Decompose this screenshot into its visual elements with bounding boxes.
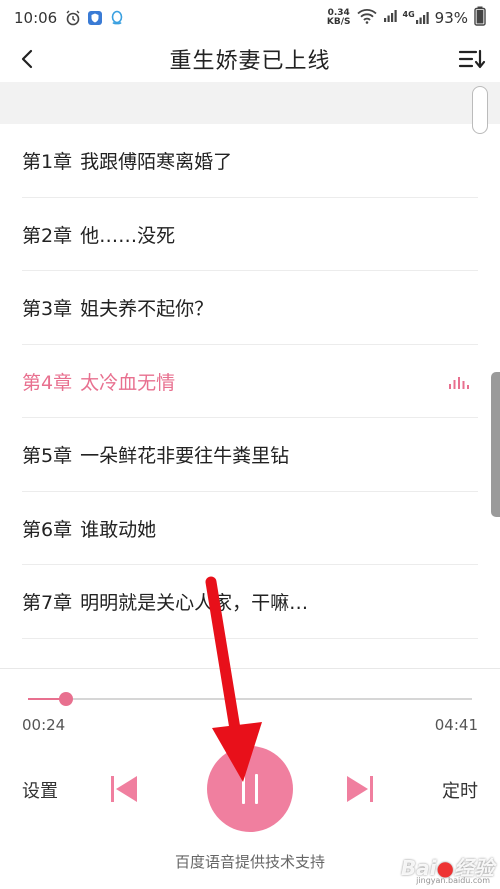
chapter-item-1[interactable]: 第1章 我跟傅陌寒离婚了 bbox=[0, 124, 500, 198]
sleep-timer-button[interactable]: 定时 bbox=[442, 777, 478, 803]
chapter-item-5[interactable]: 第5章 一朵鲜花非要往牛粪里钻 bbox=[0, 418, 500, 492]
progress-slider[interactable] bbox=[28, 692, 472, 706]
alarm-icon bbox=[65, 10, 81, 26]
skip-next-icon bbox=[347, 776, 373, 802]
shield-icon bbox=[87, 10, 103, 26]
chapter-title: 我跟傅陌寒离婚了 bbox=[80, 151, 233, 174]
chapter-item-7[interactable]: 第7章 明明就是关心人家，干嘛… bbox=[0, 565, 500, 639]
battery-icon bbox=[474, 6, 486, 30]
next-chapter-button[interactable] bbox=[344, 772, 376, 806]
chapter-number: 第2章 bbox=[22, 224, 73, 247]
player-divider bbox=[0, 668, 500, 669]
chapter-number: 第4章 bbox=[22, 371, 73, 394]
chapter-item-6[interactable]: 第6章 谁敢动她 bbox=[0, 492, 500, 566]
previous-chapter-button[interactable] bbox=[108, 772, 140, 806]
current-time: 00:24 bbox=[22, 716, 66, 734]
chapter-title: 谁敢动她 bbox=[80, 518, 157, 541]
progress-knob[interactable] bbox=[58, 692, 73, 706]
chapter-item-3[interactable]: 第3章 姐夫养不起你？ bbox=[0, 271, 500, 345]
signal-icon-sim1 bbox=[383, 9, 397, 27]
back-button[interactable] bbox=[12, 44, 42, 74]
chapter-title: 太冷血无情 bbox=[80, 371, 176, 394]
status-time: 10:06 bbox=[14, 9, 58, 27]
pause-icon bbox=[255, 774, 258, 804]
chapter-number: 第7章 bbox=[22, 592, 73, 615]
settings-button[interactable]: 设置 bbox=[22, 777, 58, 803]
status-notification-icons bbox=[65, 10, 125, 26]
wifi-icon bbox=[356, 8, 377, 28]
chapter-title: 明明就是关心人家，干嘛… bbox=[80, 592, 309, 615]
now-playing-icon bbox=[448, 373, 470, 395]
chapter-item-4[interactable]: 第4章 太冷血无情 bbox=[0, 345, 500, 419]
total-time: 04:41 bbox=[434, 716, 478, 734]
chapter-number: 第3章 bbox=[22, 298, 73, 321]
sort-order-button[interactable] bbox=[456, 44, 488, 74]
status-indicators: 0.34 KB/S 4G 93% bbox=[327, 6, 486, 30]
skip-previous-icon bbox=[111, 776, 137, 802]
app-header: 重生娇妻已上线 bbox=[0, 36, 500, 82]
chapter-number: 第5章 bbox=[22, 445, 73, 468]
signal-icon-4g: 4G bbox=[403, 11, 429, 25]
battery-level: 93% bbox=[434, 9, 468, 27]
chapter-title: 他……没死 bbox=[80, 224, 176, 247]
network-speed: 0.34 KB/S bbox=[326, 8, 351, 27]
chapter-title: 姐夫养不起你？ bbox=[80, 298, 214, 321]
list-header-band bbox=[0, 82, 500, 124]
list-scroll-indicator[interactable] bbox=[472, 86, 488, 134]
back-arrow-icon bbox=[21, 49, 33, 69]
page-title: 重生娇妻已上线 bbox=[169, 49, 331, 74]
qq-icon bbox=[109, 10, 125, 26]
play-pause-button[interactable] bbox=[207, 746, 293, 832]
pause-icon bbox=[242, 774, 245, 804]
chapter-number: 第6章 bbox=[22, 518, 73, 541]
chapter-item-2[interactable]: 第2章 他……没死 bbox=[0, 198, 500, 272]
status-bar: 10:06 0.34 KB/S 4G 93% bbox=[0, 0, 500, 36]
edge-scroll-handle[interactable] bbox=[491, 372, 500, 517]
chapter-number: 第1章 bbox=[22, 151, 73, 174]
watermark-url: jingyan.baidu.com bbox=[416, 876, 490, 885]
sort-list-icon bbox=[458, 49, 486, 69]
chapter-list: 第1章 我跟傅陌寒离婚了 第2章 他……没死 第3章 姐夫养不起你？ 第4章 太… bbox=[0, 124, 500, 639]
chapter-title: 一朵鲜花非要往牛粪里钻 bbox=[80, 445, 290, 468]
